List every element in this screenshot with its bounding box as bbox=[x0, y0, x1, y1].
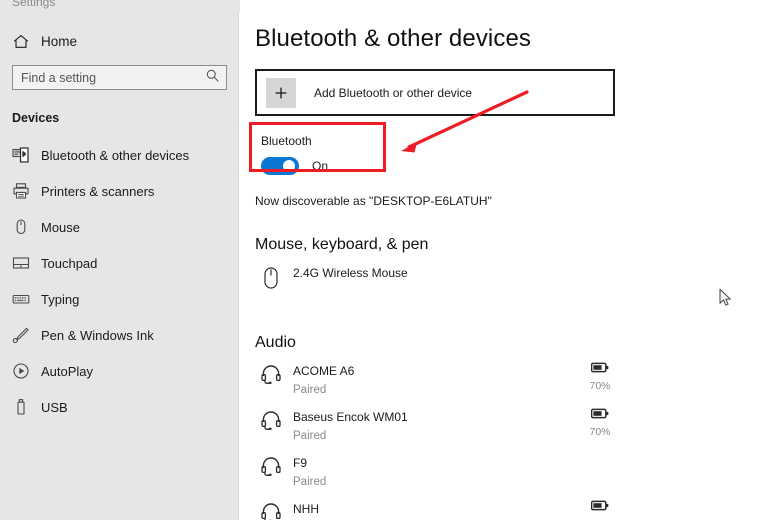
bluetooth-devices-icon bbox=[10, 144, 32, 166]
device-list-audio: ACOME A6 Paired 70% Baseus Encok WM01 Pa… bbox=[255, 358, 780, 520]
mouse-icon bbox=[10, 216, 32, 238]
sidebar-item-mouse[interactable]: Mouse bbox=[0, 209, 239, 245]
device-text: ACOME A6 Paired bbox=[293, 362, 354, 398]
sidebar-section-header: Devices bbox=[12, 111, 60, 125]
sidebar-item-pen-windows-ink[interactable]: Pen & Windows Ink bbox=[0, 317, 239, 353]
keyboard-icon bbox=[10, 288, 32, 310]
device-row[interactable]: F9 Paired bbox=[255, 450, 780, 496]
window-titlebar: Settings bbox=[0, 0, 240, 12]
device-text: 2.4G Wireless Mouse bbox=[293, 264, 408, 282]
device-text: Baseus Encok WM01 Paired bbox=[293, 408, 408, 444]
settings-window: Home Devices bbox=[0, 0, 780, 520]
battery-icon bbox=[590, 408, 609, 419]
battery-percent: 70% bbox=[589, 426, 611, 438]
device-list-mouse-keyboard-pen: 2.4G Wireless Mouse bbox=[255, 260, 780, 306]
sidebar-item-label: Pen & Windows Ink bbox=[41, 327, 154, 343]
headset-icon bbox=[255, 362, 287, 386]
battery-indicator: 70% bbox=[580, 498, 620, 520]
bluetooth-toggle-group: Bluetooth On bbox=[255, 129, 390, 181]
autoplay-icon bbox=[10, 360, 32, 382]
add-device-label: Add Bluetooth or other device bbox=[314, 85, 473, 100]
device-status: Paired bbox=[293, 476, 327, 488]
device-name: Baseus Encok WM01 bbox=[293, 410, 408, 424]
sidebar-item-bluetooth-other-devices[interactable]: Bluetooth & other devices bbox=[0, 137, 239, 173]
sidebar-item-printers-scanners[interactable]: Printers & scanners bbox=[0, 173, 239, 209]
add-bluetooth-device-button[interactable]: Add Bluetooth or other device bbox=[255, 69, 615, 116]
device-text: NHH Paired bbox=[293, 500, 326, 520]
sidebar-item-label: Touchpad bbox=[41, 255, 98, 271]
sidebar-item-usb[interactable]: USB bbox=[0, 389, 239, 425]
bluetooth-label: Bluetooth bbox=[261, 134, 312, 148]
page-title: Bluetooth & other devices bbox=[255, 25, 532, 52]
printer-icon bbox=[10, 180, 32, 202]
main-content: Bluetooth & other devices Add Bluetooth … bbox=[239, 0, 780, 520]
sidebar-item-autoplay[interactable]: AutoPlay bbox=[0, 353, 239, 389]
plus-icon bbox=[266, 77, 296, 108]
toggle-knob bbox=[283, 160, 295, 172]
device-row[interactable]: ACOME A6 Paired 70% bbox=[255, 358, 780, 404]
headset-icon bbox=[255, 500, 287, 520]
headset-icon bbox=[255, 454, 287, 478]
headset-icon bbox=[255, 408, 287, 432]
device-name: ACOME A6 bbox=[293, 364, 355, 378]
sidebar-item-label: USB bbox=[41, 399, 68, 415]
battery-indicator: 70% bbox=[580, 360, 620, 392]
search-box[interactable] bbox=[12, 65, 227, 90]
battery-icon bbox=[590, 500, 609, 511]
sidebar-item-typing[interactable]: Typing bbox=[0, 281, 239, 317]
search-input[interactable] bbox=[13, 66, 226, 89]
device-text: F9 Paired bbox=[293, 454, 326, 490]
sidebar-item-home[interactable]: Home bbox=[0, 26, 239, 56]
sidebar-item-label: Bluetooth & other devices bbox=[41, 147, 190, 163]
bluetooth-toggle-state: On bbox=[312, 159, 329, 173]
device-section-title-mouse-keyboard-pen: Mouse, keyboard, & pen bbox=[255, 236, 429, 253]
device-status: Paired bbox=[293, 430, 327, 442]
mouse-device-icon bbox=[255, 264, 287, 290]
device-row[interactable]: Baseus Encok WM01 Paired 70% bbox=[255, 404, 780, 450]
home-icon bbox=[10, 31, 32, 51]
sidebar-item-label: Typing bbox=[41, 291, 80, 307]
device-section-title-audio: Audio bbox=[255, 334, 296, 351]
device-status: Paired bbox=[293, 384, 327, 396]
window-title: Settings bbox=[12, 0, 56, 9]
device-name: F9 bbox=[293, 456, 308, 470]
device-name: 2.4G Wireless Mouse bbox=[293, 266, 408, 280]
battery-indicator: 70% bbox=[580, 406, 620, 438]
sidebar-item-label: Printers & scanners bbox=[41, 183, 155, 199]
sidebar-item-touchpad[interactable]: Touchpad bbox=[0, 245, 239, 281]
battery-percent: 70% bbox=[589, 380, 611, 392]
sidebar: Home Devices bbox=[0, 0, 239, 520]
sidebar-home-label: Home bbox=[41, 33, 78, 49]
discoverable-status-text: Now discoverable as "DESKTOP-E6LATUH" bbox=[255, 194, 492, 208]
sidebar-item-label: Mouse bbox=[41, 219, 81, 235]
sidebar-nav-list: Bluetooth & other devices Printers & sca… bbox=[0, 137, 239, 425]
device-row[interactable]: 2.4G Wireless Mouse bbox=[255, 260, 780, 306]
sidebar-item-label: AutoPlay bbox=[41, 363, 94, 379]
touchpad-icon bbox=[10, 252, 32, 274]
battery-icon bbox=[590, 362, 609, 373]
device-row[interactable]: NHH Paired 70% bbox=[255, 496, 780, 520]
bluetooth-toggle-row: On bbox=[261, 157, 390, 175]
device-name: NHH bbox=[293, 502, 319, 516]
bluetooth-toggle-switch[interactable] bbox=[261, 157, 299, 175]
usb-icon bbox=[10, 396, 32, 418]
pen-icon bbox=[10, 324, 32, 346]
